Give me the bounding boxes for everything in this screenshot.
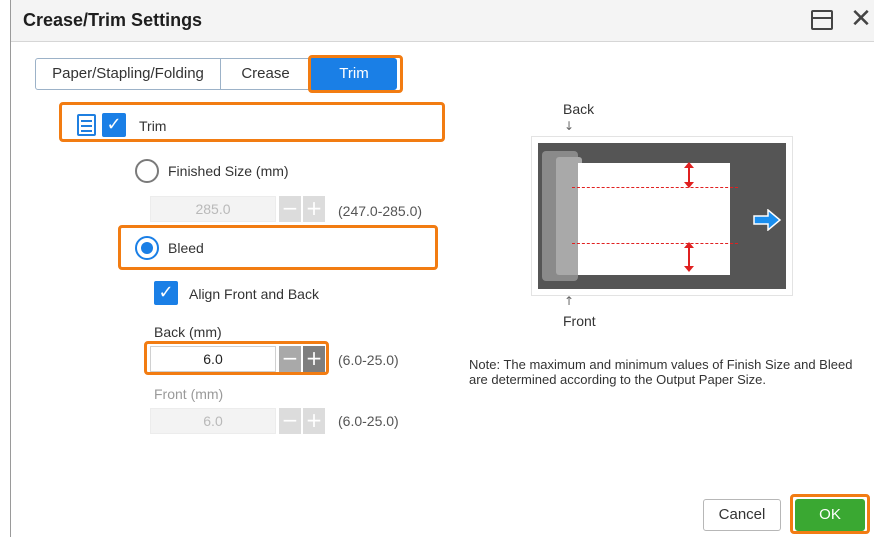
bleed-radio[interactable]	[135, 236, 159, 260]
back-mm-input[interactable]: 6.0	[150, 346, 276, 372]
front-mm-input[interactable]: 6.0	[150, 408, 276, 434]
front-bleed-arrow-icon	[684, 242, 694, 272]
window-icon[interactable]	[811, 10, 833, 30]
diagram-back-label: Back	[563, 101, 595, 117]
finished-size-radio[interactable]	[135, 159, 159, 183]
title-bar: Crease/Trim Settings ✕	[11, 0, 874, 42]
front-up-arrow-icon: ↑	[564, 294, 575, 308]
front-mm-range: (6.0-25.0)	[338, 413, 399, 429]
highlight-bleed-row	[118, 225, 438, 270]
list-icon	[77, 114, 96, 136]
close-icon[interactable]: ✕	[849, 4, 873, 34]
back-mm-label: Back (mm)	[154, 324, 222, 340]
trim-diagram	[531, 136, 793, 296]
tab-trim[interactable]: Trim	[311, 58, 397, 90]
back-mm-range: (6.0-25.0)	[338, 352, 399, 368]
cancel-button[interactable]: Cancel	[703, 499, 781, 531]
note-text: Note: The maximum and minimum values of …	[469, 357, 853, 387]
front-plus-button[interactable]: +	[303, 408, 325, 434]
crease-trim-dialog: Crease/Trim Settings ✕ Paper/Stapling/Fo…	[10, 0, 874, 537]
front-minus-button[interactable]: −	[279, 408, 301, 434]
bleed-label: Bleed	[168, 240, 204, 256]
finished-size-label: Finished Size (mm)	[168, 163, 289, 179]
diagram-background	[538, 143, 786, 289]
front-cut-line	[572, 243, 738, 244]
align-front-back-label: Align Front and Back	[189, 286, 319, 302]
back-cut-line	[572, 187, 738, 188]
tab-crease[interactable]: Crease	[221, 58, 311, 90]
dialog-title: Crease/Trim Settings	[23, 10, 203, 30]
finished-size-plus-button[interactable]: +	[303, 196, 325, 222]
back-minus-button[interactable]: −	[279, 346, 301, 372]
finished-size-range: (247.0-285.0)	[338, 203, 423, 219]
feed-direction-arrow-icon	[753, 209, 782, 231]
back-bleed-arrow-icon	[684, 162, 694, 188]
trim-checkbox[interactable]: ✓	[102, 113, 126, 137]
back-plus-button[interactable]: +	[303, 346, 325, 372]
back-down-arrow-icon: ↓	[564, 119, 575, 133]
trim-label: Trim	[139, 118, 167, 134]
align-front-back-checkbox[interactable]: ✓	[154, 281, 178, 305]
paper-sheet	[578, 163, 730, 275]
finished-size-minus-button[interactable]: −	[279, 196, 301, 222]
front-mm-label: Front (mm)	[154, 386, 224, 402]
finished-size-input[interactable]: 285.0	[150, 196, 276, 222]
tab-paper-stapling-folding[interactable]: Paper/Stapling/Folding	[35, 58, 221, 90]
diagram-front-label: Front	[563, 313, 596, 329]
ok-button[interactable]: OK	[795, 499, 865, 531]
